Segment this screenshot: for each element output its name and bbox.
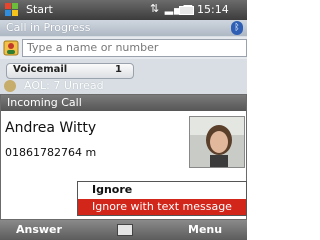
clock-time: 15:14 xyxy=(197,3,229,16)
menu-item-ignore-with-text-label: Ignore with text message xyxy=(92,200,232,213)
call-context-menu: Ignore Ignore with text message xyxy=(77,181,247,216)
dialer-search-row: Type a name or number xyxy=(0,37,247,59)
menu-item-ignore-label: Ignore xyxy=(92,183,133,196)
mail-account-icon xyxy=(4,80,16,92)
menu-item-ignore[interactable]: Ignore xyxy=(78,182,246,198)
keyboard-icon[interactable] xyxy=(117,224,133,236)
voicemail-label: Voicemail xyxy=(13,64,68,75)
battery-icon xyxy=(179,6,194,15)
caller-photo xyxy=(189,116,245,168)
voicemail-count: 1 xyxy=(115,64,122,75)
windows-logo-icon[interactable] xyxy=(5,3,19,17)
call-in-progress-label: Call in Progress xyxy=(6,21,91,34)
data-connection-icon: ⇅ xyxy=(150,2,161,15)
bluetooth-icon: ᛒ xyxy=(231,21,243,35)
phone-screen: Start ⇅ ▂▄▆ 15:14 Call in Progress ᛒ Typ… xyxy=(0,0,247,240)
call-in-progress-header: Call in Progress ᛒ xyxy=(0,20,247,36)
caller-name: Andrea Witty xyxy=(5,120,97,136)
answer-softkey[interactable]: Answer xyxy=(16,223,62,236)
menu-softkey[interactable]: Menu xyxy=(188,223,222,236)
menu-item-ignore-with-text[interactable]: Ignore with text message xyxy=(78,199,246,215)
softkey-bar: Answer Menu xyxy=(0,220,247,240)
background-list-item: AOL: 7 Unread xyxy=(2,79,247,93)
status-bar: Start ⇅ ▂▄▆ 15:14 xyxy=(0,0,247,20)
search-input[interactable]: Type a name or number xyxy=(22,39,247,57)
start-title[interactable]: Start xyxy=(26,3,53,16)
incoming-call-header: Incoming Call xyxy=(1,95,246,111)
background-list-item-label: AOL: 7 Unread xyxy=(24,79,104,92)
contacts-icon xyxy=(3,40,19,56)
caller-number: 01861782764 m xyxy=(5,146,97,159)
incoming-call-label: Incoming Call xyxy=(7,96,82,109)
voicemail-button[interactable]: Voicemail 1 xyxy=(6,63,134,79)
